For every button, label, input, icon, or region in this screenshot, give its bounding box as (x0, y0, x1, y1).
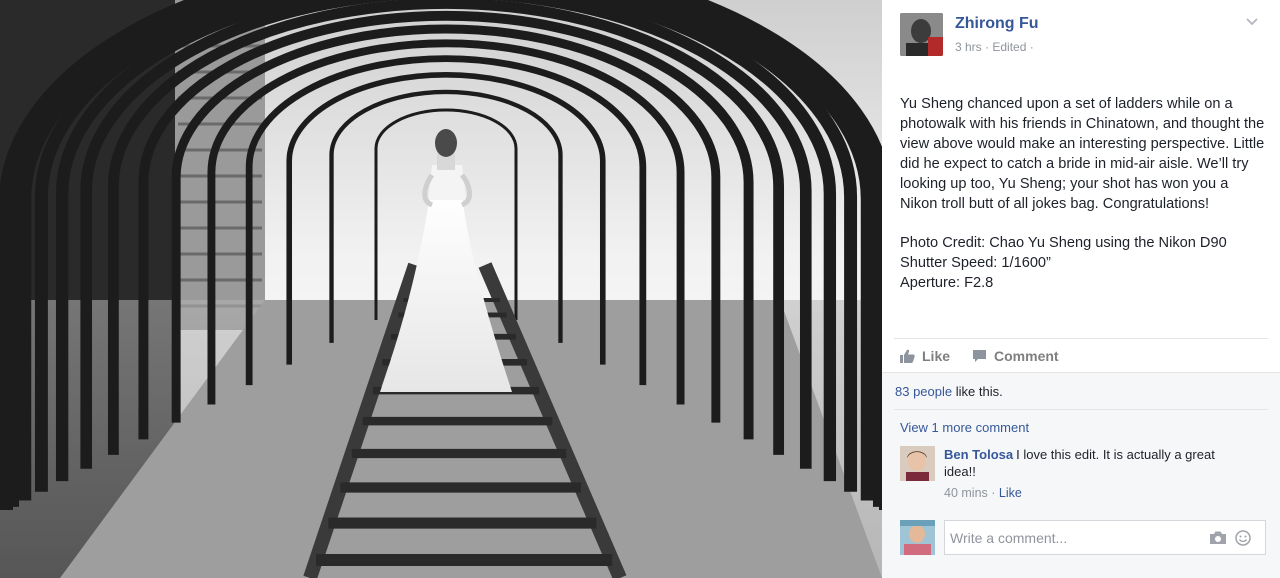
author-name[interactable]: Zhirong Fu (955, 15, 1039, 33)
post-time[interactable]: 3 hrs (955, 40, 982, 54)
credit-line: Photo Credit: Chao Yu Sheng using the Ni… (900, 235, 1227, 252)
comment-time[interactable]: 40 mins (944, 486, 988, 500)
commenter-name[interactable]: Ben Tolosa (944, 447, 1013, 462)
divider (894, 338, 1268, 339)
comment-label: Comment (994, 348, 1059, 364)
post-paragraph: Yu Sheng chanced upon a set of ladders w… (900, 96, 1265, 212)
like-label: Like (922, 348, 951, 364)
post-edited[interactable]: Edited (992, 40, 1026, 54)
comment-meta: 40 mins · Like (944, 486, 1022, 500)
likes-suffix: like this. (955, 384, 1003, 399)
likes-count[interactable]: 83 people (895, 384, 952, 399)
post-actions: Like Comment (900, 346, 1081, 366)
camera-icon[interactable] (1209, 530, 1227, 545)
author-avatar[interactable] (900, 13, 943, 56)
photo-image (0, 0, 882, 578)
post-text: Yu Sheng chanced upon a set of ladders w… (900, 95, 1265, 294)
view-more-comments-link[interactable]: View 1 more comment (900, 420, 1029, 435)
credit-line: Aperture: F2.8 (900, 275, 994, 292)
post-side-panel: Zhirong Fu 3 hrs · Edited · Yu Sheng cha… (882, 0, 1280, 578)
viewer-avatar (900, 520, 935, 555)
divider (894, 409, 1268, 410)
smiley-icon[interactable] (1235, 530, 1251, 546)
post-meta: 3 hrs · Edited · (955, 40, 1034, 54)
feedback-section: 83 people like this. View 1 more comment… (882, 372, 1280, 578)
commenter-avatar[interactable] (900, 446, 935, 481)
comment-button[interactable]: Comment (972, 348, 1059, 364)
like-button[interactable]: Like (900, 348, 950, 364)
comment-like-link[interactable]: Like (999, 486, 1022, 500)
credit-line: Shutter Speed: 1/1600” (900, 255, 1051, 272)
meta-separator: · (1029, 40, 1034, 54)
thumbs-up-icon (900, 349, 915, 363)
comment-body: Ben Tolosa I love this edit. It is actual… (944, 446, 1244, 480)
chevron-down-icon[interactable] (1244, 14, 1260, 30)
likes-summary: 83 people like this. (895, 384, 1003, 399)
speech-bubble-icon (973, 350, 987, 362)
meta-separator: · (991, 486, 999, 500)
post-photo[interactable] (0, 0, 882, 578)
